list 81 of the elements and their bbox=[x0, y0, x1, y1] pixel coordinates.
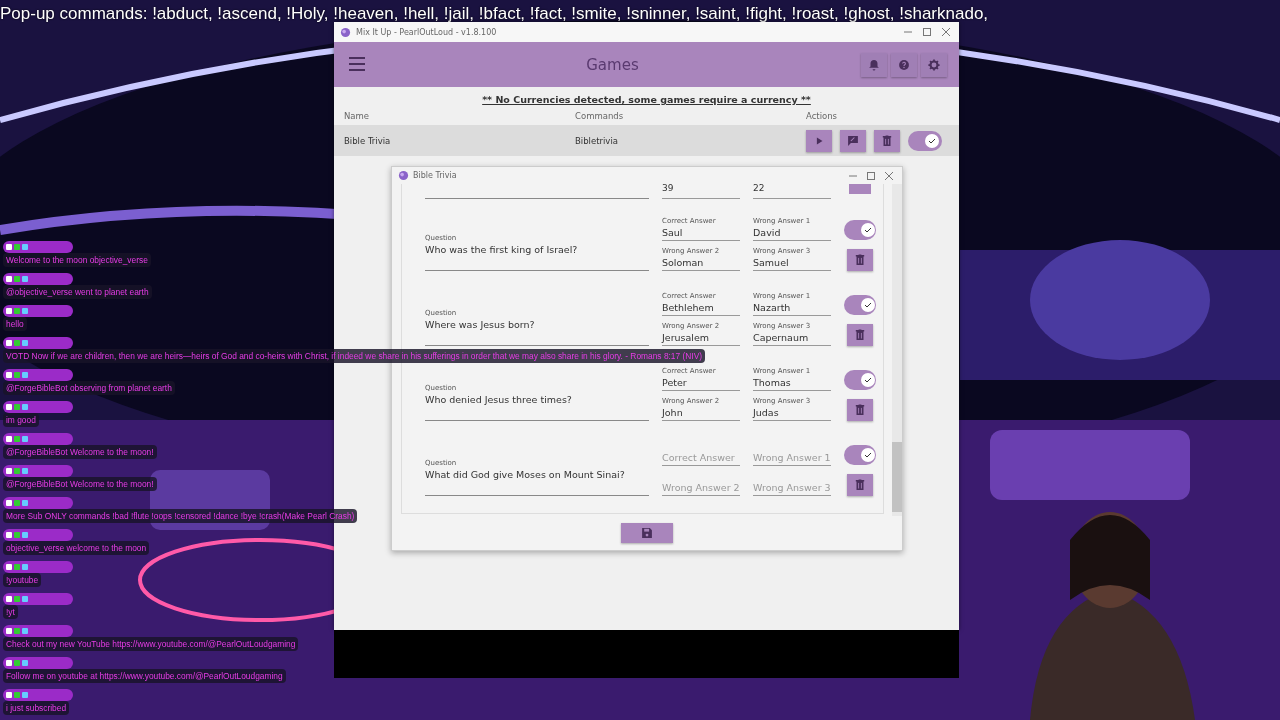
delete-button[interactable] bbox=[847, 474, 873, 496]
help-button[interactable] bbox=[891, 52, 917, 77]
window-title: Mix It Up - PearlOutLoud - v1.8.100 bbox=[356, 27, 498, 37]
notice-text: ** No Currencies detected, some games require a currency ** bbox=[481, 94, 812, 105]
trash-icon bbox=[853, 253, 867, 267]
chat-message: Welcome to the moon objective_verse bbox=[3, 253, 151, 267]
username-tag bbox=[3, 497, 73, 509]
chat-message: @ForgeBibleBot Welcome to the moon! bbox=[3, 477, 157, 491]
answer-field[interactable]: 22 bbox=[753, 184, 831, 199]
name-cell-text: Bible Trivia bbox=[344, 135, 392, 146]
close-icon[interactable] bbox=[882, 169, 896, 182]
chat-message: More Sub ONLY commands !bad !flute !oops !censored !dance !bye !crash(Make Pearl Crash) bbox=[3, 509, 358, 523]
chat-message: !youtube bbox=[3, 573, 42, 587]
username-tag bbox=[3, 241, 73, 253]
username-tag bbox=[3, 401, 73, 413]
trash-icon bbox=[853, 328, 867, 342]
chat-message: Follow me on youtube at https://www.youtube.com/@PearlOutLoudgaming bbox=[3, 669, 286, 683]
delete-button[interactable] bbox=[847, 249, 873, 271]
help-icon bbox=[897, 57, 911, 72]
chat-message: VOTD Now if we are children, then we are heirs—heirs of God and co-heirs with Christ, if indeed we share in his sufferings in order that we may also share in his glory. - Romans 8:17 (NIV) bbox=[3, 349, 706, 363]
username-tag bbox=[3, 689, 73, 701]
bell-icon bbox=[867, 57, 881, 72]
username-tag bbox=[3, 625, 73, 637]
chat-message: i just subscribed bbox=[3, 701, 70, 715]
settings-icon bbox=[927, 57, 941, 72]
delete-button[interactable] bbox=[874, 129, 900, 152]
answer-field[interactable]: 39 bbox=[662, 184, 740, 199]
dialog-title: Bible Trivia bbox=[413, 171, 458, 180]
check-icon bbox=[864, 226, 872, 234]
username-tag bbox=[3, 593, 73, 605]
toggle-switch[interactable] bbox=[844, 220, 876, 240]
close-icon[interactable] bbox=[939, 26, 953, 38]
chat-message: objective_verse welcome to the moon bbox=[3, 541, 150, 555]
page-title: Games bbox=[585, 55, 640, 74]
command-cell-text: Bibletrivia bbox=[575, 135, 619, 146]
username-tag bbox=[3, 273, 73, 285]
table-row[interactable]: Bible Trivia Bibletrivia bbox=[334, 125, 959, 156]
chat-message: @ForgeBibleBot Welcome to the moon! bbox=[3, 445, 157, 459]
username-tag bbox=[3, 465, 73, 477]
app-logo-icon bbox=[340, 26, 351, 38]
column-header: Name bbox=[344, 111, 371, 121]
toggle-switch[interactable] bbox=[844, 445, 876, 465]
chat-message: hello bbox=[3, 317, 27, 331]
username-tag bbox=[3, 337, 73, 349]
chat-message: im good bbox=[3, 413, 39, 427]
trash-icon bbox=[853, 403, 867, 417]
play-button[interactable] bbox=[806, 129, 832, 152]
chat-message: @ForgeBibleBot observing from planet earth bbox=[3, 381, 175, 395]
ticker-text: Pop-up commands: !abduct, !ascend, !Holy, !heaven, !hell, !jail, !bfact, !fact, !smite, !sninner, !saint, !fight, !roast, !ghost, !sharknado, bbox=[0, 4, 989, 24]
toggle-switch[interactable] bbox=[844, 370, 876, 390]
toggle-switch[interactable] bbox=[844, 295, 876, 315]
notifications-button[interactable] bbox=[861, 52, 887, 77]
chat-message: !yt bbox=[3, 605, 18, 619]
message-button[interactable] bbox=[840, 129, 866, 152]
check-icon bbox=[928, 136, 936, 145]
username-tag bbox=[3, 305, 73, 317]
column-header: Commands bbox=[575, 111, 625, 121]
username-tag bbox=[3, 657, 73, 669]
trash-icon bbox=[880, 133, 894, 148]
delete-button[interactable] bbox=[847, 399, 873, 421]
username-tag bbox=[3, 561, 73, 573]
message-icon bbox=[846, 133, 860, 148]
check-icon bbox=[864, 301, 872, 309]
scrollbar[interactable] bbox=[892, 184, 902, 516]
save-icon bbox=[640, 526, 654, 540]
column-header: Actions bbox=[806, 111, 839, 121]
username-tag bbox=[3, 369, 73, 381]
username-tag bbox=[3, 433, 73, 445]
maximize-icon[interactable] bbox=[920, 26, 934, 38]
check-icon bbox=[864, 451, 872, 459]
chat-message: Check out my new YouTube https://www.youtube.com/@PearlOutLoudgaming bbox=[3, 637, 299, 651]
delete-button[interactable] bbox=[847, 324, 873, 346]
save-button[interactable] bbox=[621, 523, 673, 543]
username-tag bbox=[3, 529, 73, 541]
trash-icon bbox=[853, 478, 867, 492]
app-logo-icon bbox=[398, 170, 409, 181]
maximize-icon[interactable] bbox=[864, 169, 878, 182]
toggle-switch[interactable] bbox=[908, 130, 942, 151]
check-icon bbox=[864, 376, 872, 384]
settings-button[interactable] bbox=[921, 52, 947, 77]
chat-message: @objective_verse went to planet earth bbox=[3, 285, 152, 299]
